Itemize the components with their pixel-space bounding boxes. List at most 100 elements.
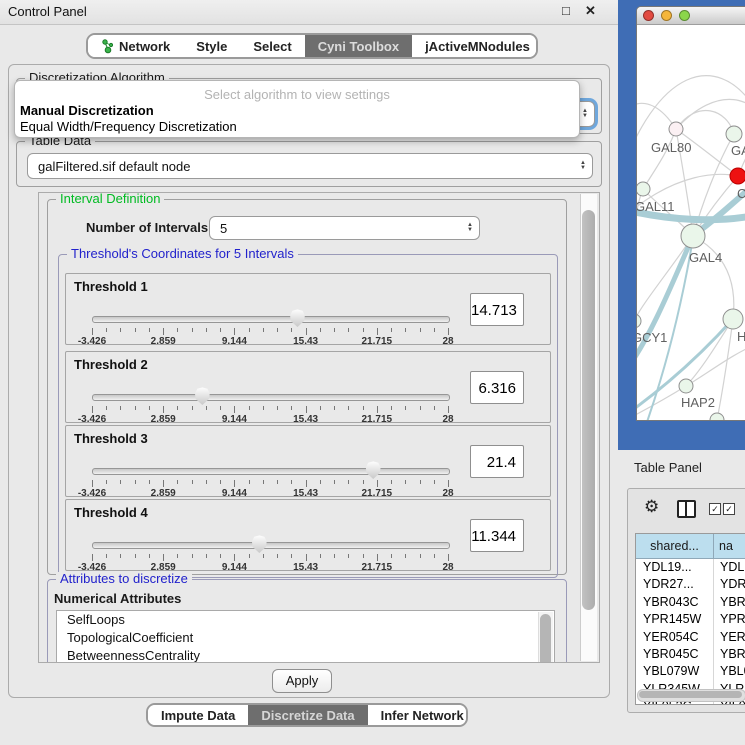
mac-close-button[interactable]: [643, 10, 654, 21]
threshold-2-value-field[interactable]: 6.316: [470, 371, 524, 404]
tab-discretize-data[interactable]: Discretize Data: [248, 705, 367, 725]
checkbox-icon[interactable]: ✓: [723, 503, 735, 515]
network-edge[interactable]: [686, 344, 745, 386]
list-scrollbar-thumb[interactable]: [540, 614, 551, 663]
threshold-3-slider[interactable]: -3.4262.8599.14415.4321.71528: [86, 460, 456, 498]
table-hscrollbar[interactable]: [637, 689, 745, 702]
network-edge[interactable]: [686, 319, 733, 386]
table-data-combo[interactable]: galFiltered.sif default node ▲▼: [27, 153, 593, 179]
tick-label: -3.426: [78, 414, 106, 425]
slider-track[interactable]: [92, 316, 450, 323]
tick-mark: [263, 554, 264, 558]
network-edge[interactable]: [676, 110, 734, 134]
tab-network[interactable]: Network: [88, 35, 183, 57]
threshold-2-slider[interactable]: -3.4262.8599.14415.4321.71528: [86, 386, 456, 424]
network-node[interactable]: [730, 168, 745, 184]
tab-impute-data[interactable]: Impute Data: [148, 705, 248, 725]
tab-style[interactable]: Style: [183, 35, 240, 57]
threshold-4-value-field[interactable]: 11.344: [470, 519, 524, 552]
table-row[interactable]: YDR27...YDR2: [636, 576, 745, 593]
tick-mark: [348, 406, 349, 410]
numerical-attributes-list[interactable]: SelfLoopsTopologicalCoefficientBetweenne…: [56, 610, 555, 663]
network-node[interactable]: [637, 182, 650, 196]
mac-minimize-button[interactable]: [661, 10, 672, 21]
node-label: GCY1: [637, 330, 667, 345]
main-scrollbar[interactable]: [580, 194, 597, 661]
network-node[interactable]: [710, 413, 724, 421]
slider-thumb[interactable]: [251, 535, 267, 553]
table-row[interactable]: YBR043CYBR0: [636, 594, 745, 611]
tick-mark: [334, 328, 335, 332]
table-cell: YER054C: [636, 629, 714, 646]
network-node[interactable]: [637, 314, 641, 328]
node-label: GAL11: [637, 199, 675, 214]
gear-icon[interactable]: ⚙: [644, 498, 659, 515]
tick-label: 15.43: [293, 336, 318, 347]
network-node[interactable]: [681, 224, 705, 248]
tick-mark: [206, 328, 207, 332]
slider-thumb[interactable]: [365, 461, 381, 479]
column-header[interactable]: na: [714, 534, 745, 559]
node-label: GAL80: [651, 140, 691, 155]
tab-infer-network[interactable]: Infer Network: [368, 705, 468, 725]
tick-label: 2.859: [151, 336, 176, 347]
tab-jactivemnodules[interactable]: jActiveMNodules: [412, 35, 538, 57]
network-edge[interactable]: [693, 236, 734, 319]
tab-select-label: Select: [253, 39, 291, 54]
close-panel-icon[interactable]: ✕: [585, 3, 596, 19]
table-row[interactable]: YBR045CYBR0: [636, 646, 745, 663]
popup-option-manual-discretization[interactable]: Manual Discretization: [20, 103, 154, 118]
tick-mark: [377, 480, 378, 487]
tick-label: 15.43: [293, 488, 318, 499]
split-columns-icon[interactable]: [677, 500, 696, 518]
table-data-combo-value: galFiltered.sif default node: [28, 159, 574, 174]
table-cell: YDL1: [714, 559, 745, 576]
main-scrollbar-thumb[interactable]: [582, 210, 595, 610]
column-header[interactable]: shared...: [636, 534, 714, 559]
network-edge[interactable]: [637, 103, 676, 144]
tick-mark: [306, 554, 307, 561]
slider-track[interactable]: [92, 468, 450, 475]
popup-option-equal-width-frequency[interactable]: Equal Width/Frequency Discretization: [20, 119, 237, 134]
table-row[interactable]: YPR145WYPR1: [636, 611, 745, 628]
table-data-group: Table Data galFiltered.sif default node …: [16, 141, 602, 187]
slider-track[interactable]: [92, 542, 450, 549]
network-node[interactable]: [669, 122, 683, 136]
network-canvas[interactable]: GAL80GALCGAL11GAL4GCY1HHAP2: [637, 24, 745, 421]
apply-button[interactable]: Apply: [272, 669, 332, 693]
network-window-titlebar[interactable]: [637, 7, 745, 25]
tick-mark: [320, 480, 321, 484]
threshold-3-value-field[interactable]: 21.4: [470, 445, 524, 478]
attribute-item[interactable]: SelfLoops: [57, 611, 554, 629]
checkbox-icon[interactable]: ✓: [709, 503, 721, 515]
slider-track[interactable]: [92, 394, 450, 401]
tab-select[interactable]: Select: [240, 35, 304, 57]
tick-label: 15.43: [293, 562, 318, 573]
number-of-intervals-combo[interactable]: 5 ▲▼: [209, 216, 480, 240]
float-window-icon[interactable]: □: [562, 3, 570, 18]
threshold-1-value-field[interactable]: 14.713: [470, 293, 524, 326]
attribute-item[interactable]: TopologicalCoefficient: [57, 629, 554, 647]
list-scrollbar[interactable]: [538, 612, 553, 663]
network-node[interactable]: [726, 126, 742, 142]
tab-cyni-toolbox[interactable]: Cyni Toolbox: [305, 35, 412, 57]
table-hscrollbar-thumb[interactable]: [639, 691, 742, 698]
tick-mark: [192, 554, 193, 558]
network-node[interactable]: [723, 309, 743, 329]
network-edge[interactable]: [637, 386, 686, 421]
node-label: H: [737, 329, 745, 344]
table-row[interactable]: YBL079WYBL0: [636, 663, 745, 680]
table-row[interactable]: YDL19...YDL1: [636, 559, 745, 576]
tick-mark: [149, 554, 150, 558]
table-row[interactable]: YER054CYER0: [636, 629, 745, 646]
slider-thumb[interactable]: [194, 387, 210, 405]
slider-thumb[interactable]: [289, 309, 305, 327]
attribute-item[interactable]: BetweennessCentrality: [57, 647, 554, 663]
tab-cyni-toolbox-label: Cyni Toolbox: [318, 39, 399, 54]
network-edge[interactable]: [643, 129, 676, 189]
threshold-1-slider[interactable]: -3.4262.8599.14415.4321.71528: [86, 308, 456, 346]
mac-zoom-button[interactable]: [679, 10, 690, 21]
network-node[interactable]: [679, 379, 693, 393]
threshold-4-slider[interactable]: -3.4262.8599.14415.4321.71528: [86, 534, 456, 572]
tick-mark: [120, 406, 121, 410]
